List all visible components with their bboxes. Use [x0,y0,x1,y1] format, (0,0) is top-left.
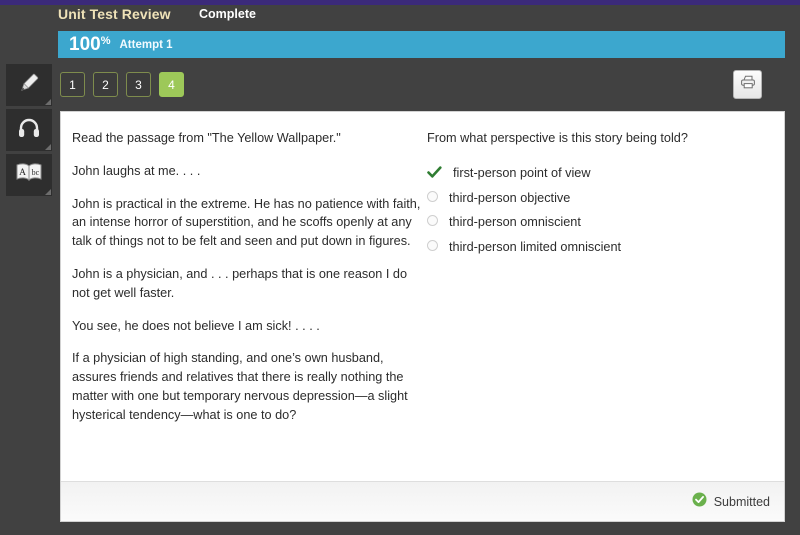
audio-tool[interactable] [6,109,52,151]
question-nav-button-1[interactable]: 1 [60,72,85,97]
headphones-icon [16,115,42,146]
correct-check-icon [427,165,449,179]
answer-option-2[interactable]: third-person objective [427,190,767,207]
svg-text:A: A [19,168,26,178]
answer-option-label: third-person limited omniscient [449,239,622,254]
question-nav-button-3[interactable]: 3 [126,72,151,97]
printer-icon [739,73,757,96]
page-root: Unit Test Review Complete 100% Attempt 1 [0,0,800,535]
radio-icon [427,214,449,227]
submitted-label: Submitted [713,494,770,509]
question-nav: 1 2 3 4 [60,72,184,97]
dictionary-book-icon: A bc [14,160,44,191]
print-button[interactable] [733,70,762,99]
answer-option-4[interactable]: third-person limited omniscient [427,239,767,256]
answer-option-label: third-person objective [449,190,571,205]
page-header: Unit Test Review Complete [0,5,800,28]
score-value: 100 [69,34,101,55]
attempt-label: Attempt 1 [119,38,173,51]
completion-status-label: Complete [199,7,256,21]
passage-paragraph: John laughs at me. . . . [72,163,201,178]
question-card: Read the passage from "The Yellow Wallpa… [60,111,785,522]
percent-symbol: % [100,35,111,47]
answer-option-1[interactable]: first-person point of view [427,165,767,182]
reading-passage: Read the passage from "The Yellow Wallpa… [72,129,424,439]
svg-text:bc: bc [32,168,40,177]
radio-icon [427,239,449,251]
answer-option-label: third-person omniscient [449,215,581,230]
passage-paragraph: You see, he does not believe I am sick! … [72,318,320,333]
question-card-body: Read the passage from "The Yellow Wallpa… [61,112,784,482]
radio-icon [427,190,449,202]
highlighter-tool[interactable] [6,64,52,106]
tool-expand-corner [45,189,51,195]
dictionary-tool[interactable]: A bc [6,154,52,196]
attempt-score: 100% [69,35,110,54]
question-nav-button-4[interactable]: 4 [159,72,184,97]
tools-sidebar: A bc [6,64,52,199]
question-prompt: From what perspective is this story bein… [427,131,688,145]
answer-option-3[interactable]: third-person omniscient [427,214,767,231]
pencil-icon [16,70,42,101]
question-panel: From what perspective is this story bein… [427,129,767,263]
status-badge: Submitted [692,492,770,512]
question-nav-button-2[interactable]: 2 [93,72,118,97]
tool-expand-corner [45,144,51,150]
answer-option-label: first-person point of view [453,166,591,181]
passage-paragraph: If a physician of high standing, and one… [72,351,408,422]
passage-paragraph: John is practical in the extreme. He has… [72,196,421,249]
page-title: Unit Test Review [58,6,171,22]
check-circle-icon [692,492,707,512]
attempt-score-bar: 100% Attempt 1 [58,31,785,58]
passage-paragraph: Read the passage from "The Yellow Wallpa… [72,131,341,145]
tool-expand-corner [45,99,51,105]
card-footer: Submitted [61,481,784,521]
passage-paragraph: John is a physician, and . . . perhaps t… [72,266,408,300]
